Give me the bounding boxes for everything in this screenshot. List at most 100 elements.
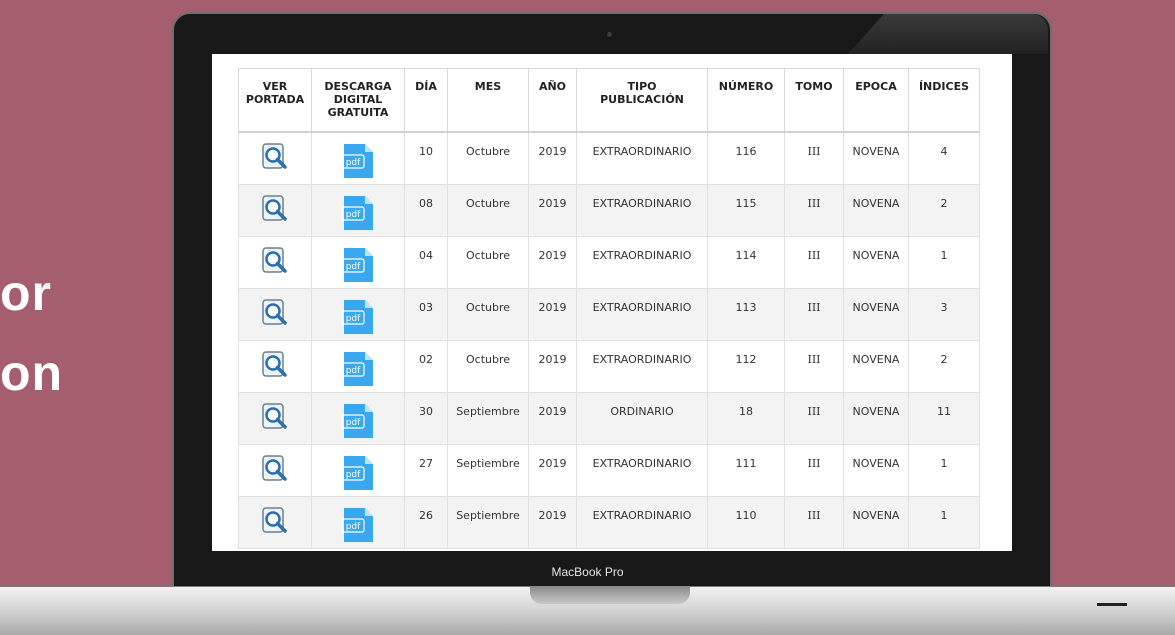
cell-numero: 111: [707, 444, 785, 497]
cell-epoca: NOVENA: [843, 288, 909, 341]
cell-numero: 116: [707, 131, 785, 185]
table-row: pdf 04 Octubre 2019 EXTRAORDINARIO 114 III NOVE…: [238, 236, 980, 289]
table-row: pdf 27 Septiembre 2019 EXTRAORDINARIO 111 III N…: [238, 444, 980, 497]
pdf-icon[interactable]: pdf: [341, 349, 375, 389]
side-text-2: on: [0, 345, 64, 401]
svg-text:pdf: pdf: [346, 522, 361, 532]
magnifier-icon[interactable]: [262, 507, 288, 535]
magnifier-icon[interactable]: [262, 195, 288, 223]
cell-tomo: III: [784, 392, 844, 445]
view-cover-cell: [238, 340, 312, 393]
cell-tipo: ORDINARIO: [576, 392, 708, 445]
pdf-icon[interactable]: pdf: [341, 453, 375, 493]
cell-indices: 11: [908, 392, 980, 445]
cell-mes: Octubre: [447, 184, 529, 237]
header-descarga: DESCARGA DIGITAL GRATUITA: [311, 68, 405, 133]
cell-tomo: III: [784, 340, 844, 393]
pdf-icon[interactable]: pdf: [341, 141, 375, 181]
cell-indices: 1: [908, 496, 980, 549]
cell-indices: 4: [908, 131, 980, 185]
svg-text:pdf: pdf: [346, 366, 361, 376]
header-numero: NÚMERO: [707, 68, 785, 133]
header-ver-portada: VER PORTADA: [238, 68, 312, 133]
cell-indices: 2: [908, 340, 980, 393]
publications-table: VER PORTADA DESCARGA DIGITAL GRATUITA DÍA M…: [238, 68, 980, 549]
cell-numero: 112: [707, 340, 785, 393]
cell-tomo: III: [784, 288, 844, 341]
table-row: pdf 26 Septiembre 2019 EXTRAORDINARIO 110 III N…: [238, 496, 980, 549]
cell-epoca: NOVENA: [843, 496, 909, 549]
cell-numero: 18: [707, 392, 785, 445]
cell-dia: 27: [404, 444, 448, 497]
cell-dia: 30: [404, 392, 448, 445]
download-cell: pdf: [311, 444, 405, 497]
laptop-brand-label: MacBook Pro: [551, 565, 624, 579]
cell-tipo: EXTRAORDINARIO: [576, 496, 708, 549]
table-row: pdf 30 Septiembre 2019 ORDINARIO 18 III NOVENA 1…: [238, 392, 980, 445]
cell-anio: 2019: [528, 131, 577, 185]
cell-dia: 03: [404, 288, 448, 341]
view-cover-cell: [238, 131, 312, 185]
cell-tomo: III: [784, 496, 844, 549]
cell-dia: 26: [404, 496, 448, 549]
pdf-icon[interactable]: pdf: [341, 401, 375, 441]
download-cell: pdf: [311, 496, 405, 549]
header-tomo: TOMO: [784, 68, 844, 133]
cell-dia: 02: [404, 340, 448, 393]
header-dia: DÍA: [404, 68, 448, 133]
header-anio: AÑO: [528, 68, 577, 133]
cell-mes: Septiembre: [447, 496, 529, 549]
magnifier-icon[interactable]: [262, 455, 288, 483]
cell-anio: 2019: [528, 184, 577, 237]
pdf-icon[interactable]: pdf: [341, 505, 375, 545]
cell-dia: 10: [404, 131, 448, 185]
laptop-notch: [530, 586, 690, 604]
table-header-row: VER PORTADA DESCARGA DIGITAL GRATUITA DÍA M…: [238, 68, 980, 133]
magnifier-icon[interactable]: [262, 351, 288, 379]
view-cover-cell: [238, 444, 312, 497]
cell-tipo: EXTRAORDINARIO: [576, 131, 708, 185]
cell-tomo: III: [784, 444, 844, 497]
magnifier-icon[interactable]: [262, 247, 288, 275]
base-indicator: [1097, 603, 1127, 606]
pdf-icon[interactable]: pdf: [341, 297, 375, 337]
magnifier-icon[interactable]: [262, 403, 288, 431]
cell-indices: 3: [908, 288, 980, 341]
cell-anio: 2019: [528, 236, 577, 289]
cell-indices: 1: [908, 236, 980, 289]
pdf-icon[interactable]: pdf: [341, 245, 375, 285]
download-cell: pdf: [311, 236, 405, 289]
magnifier-icon[interactable]: [262, 299, 288, 327]
header-epoca: EPOCA: [843, 68, 909, 133]
table-row: pdf 02 Octubre 2019 EXTRAORDINARIO 112 III NOVE…: [238, 340, 980, 393]
cell-mes: Septiembre: [447, 392, 529, 445]
header-indices: ÍNDICES: [908, 68, 980, 133]
cell-numero: 115: [707, 184, 785, 237]
cell-indices: 2: [908, 184, 980, 237]
svg-text:pdf: pdf: [346, 470, 361, 480]
cell-anio: 2019: [528, 392, 577, 445]
download-cell: pdf: [311, 184, 405, 237]
cell-numero: 113: [707, 288, 785, 341]
cell-mes: Septiembre: [447, 444, 529, 497]
svg-text:pdf: pdf: [346, 418, 361, 428]
svg-text:pdf: pdf: [346, 210, 361, 220]
cell-anio: 2019: [528, 340, 577, 393]
cell-mes: Octubre: [447, 288, 529, 341]
magnifier-icon[interactable]: [262, 143, 288, 171]
laptop-screen: VER PORTADA DESCARGA DIGITAL GRATUITA DÍA M…: [212, 54, 1012, 551]
view-cover-cell: [238, 288, 312, 341]
cell-epoca: NOVENA: [843, 184, 909, 237]
cell-mes: Octubre: [447, 131, 529, 185]
download-cell: pdf: [311, 288, 405, 341]
cell-epoca: NOVENA: [843, 131, 909, 185]
cell-dia: 08: [404, 184, 448, 237]
cell-tipo: EXTRAORDINARIO: [576, 288, 708, 341]
cell-tipo: EXTRAORDINARIO: [576, 444, 708, 497]
cell-mes: Octubre: [447, 340, 529, 393]
view-cover-cell: [238, 392, 312, 445]
cell-tomo: III: [784, 184, 844, 237]
svg-text:pdf: pdf: [346, 314, 361, 324]
pdf-icon[interactable]: pdf: [341, 193, 375, 233]
cell-anio: 2019: [528, 288, 577, 341]
